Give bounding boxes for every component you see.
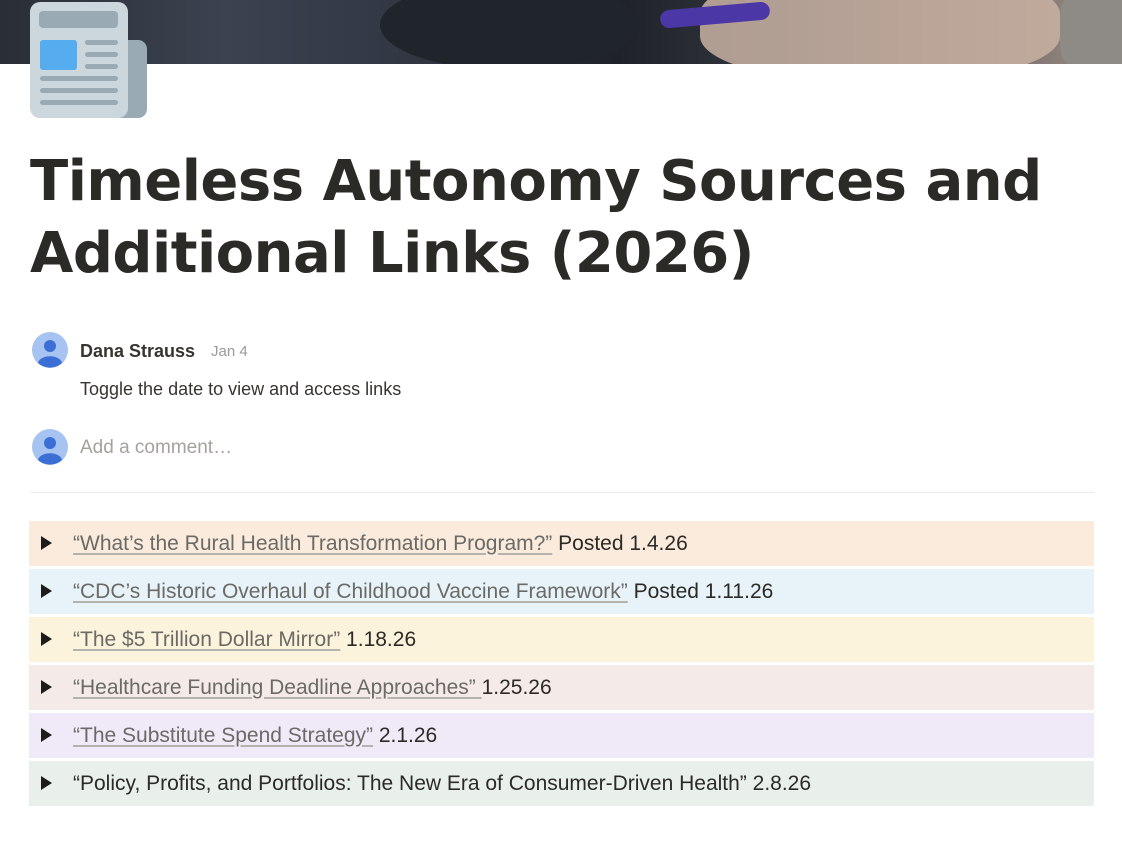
- toggle-triangle-icon[interactable]: [41, 776, 52, 790]
- add-comment-input[interactable]: [80, 435, 680, 461]
- toggle-title: “CDC’s Historic Overhaul of Childhood Va…: [73, 579, 773, 605]
- comment-date: Jan 4: [211, 343, 248, 360]
- toggle-block[interactable]: “What’s the Rural Health Transformation …: [29, 521, 1094, 566]
- comment-author: Dana Strauss: [80, 341, 196, 361]
- toggle-triangle-icon[interactable]: [41, 536, 52, 550]
- toggle-triangle-icon[interactable]: [41, 680, 52, 694]
- toggle-triangle-icon[interactable]: [41, 584, 52, 598]
- posted-date: Posted 1.4.26: [552, 532, 688, 555]
- article-link[interactable]: “What’s the Rural Health Transformation …: [73, 532, 552, 555]
- comment-body: Toggle the date to view and access links: [80, 379, 402, 399]
- toggle-title: “The $5 Trillion Dollar Mirror” 1.18.26: [73, 627, 416, 653]
- posted-date: 1.25.26: [481, 676, 552, 699]
- add-comment-row: [31, 429, 1093, 469]
- toggle-title: “Policy, Profits, and Portfolios: The Ne…: [73, 771, 811, 797]
- current-user-avatar-icon: [32, 429, 68, 465]
- user-avatar-icon[interactable]: [32, 332, 68, 368]
- toggle-title: “What’s the Rural Health Transformation …: [73, 531, 688, 557]
- toggle-block[interactable]: “CDC’s Historic Overhaul of Childhood Va…: [29, 569, 1094, 614]
- article-link[interactable]: “Healthcare Funding Deadline Approaches”: [73, 676, 482, 699]
- toggle-block[interactable]: “Policy, Profits, and Portfolios: The Ne…: [29, 761, 1094, 806]
- article-title: “Policy, Profits, and Portfolios: The Ne…: [73, 772, 812, 795]
- toggle-triangle-icon[interactable]: [41, 632, 52, 646]
- toggle-triangle-icon[interactable]: [41, 728, 52, 742]
- toggle-title: “The Substitute Spend Strategy” 2.1.26: [73, 723, 437, 749]
- posted-date: 1.18.26: [340, 628, 417, 651]
- toggle-block[interactable]: “The Substitute Spend Strategy” 2.1.26: [29, 713, 1094, 758]
- toggle-list: “What’s the Rural Health Transformation …: [29, 521, 1094, 809]
- posted-date: Posted 1.11.26: [627, 580, 774, 603]
- toggle-title: “Healthcare Funding Deadline Approaches”…: [73, 675, 552, 701]
- toggle-block[interactable]: “The $5 Trillion Dollar Mirror” 1.18.26: [29, 617, 1094, 662]
- page-cover-image[interactable]: [0, 0, 1122, 64]
- newspaper-icon[interactable]: [30, 2, 148, 120]
- toggle-block[interactable]: “Healthcare Funding Deadline Approaches”…: [29, 665, 1094, 710]
- divider: [31, 492, 1094, 493]
- article-link[interactable]: “CDC’s Historic Overhaul of Childhood Va…: [73, 580, 628, 603]
- page-title[interactable]: Timeless Autonomy Sources and Additional…: [30, 146, 1090, 290]
- posted-date: 2.1.26: [373, 724, 438, 747]
- article-link[interactable]: “The Substitute Spend Strategy”: [73, 724, 373, 747]
- article-link[interactable]: “The $5 Trillion Dollar Mirror”: [73, 628, 340, 651]
